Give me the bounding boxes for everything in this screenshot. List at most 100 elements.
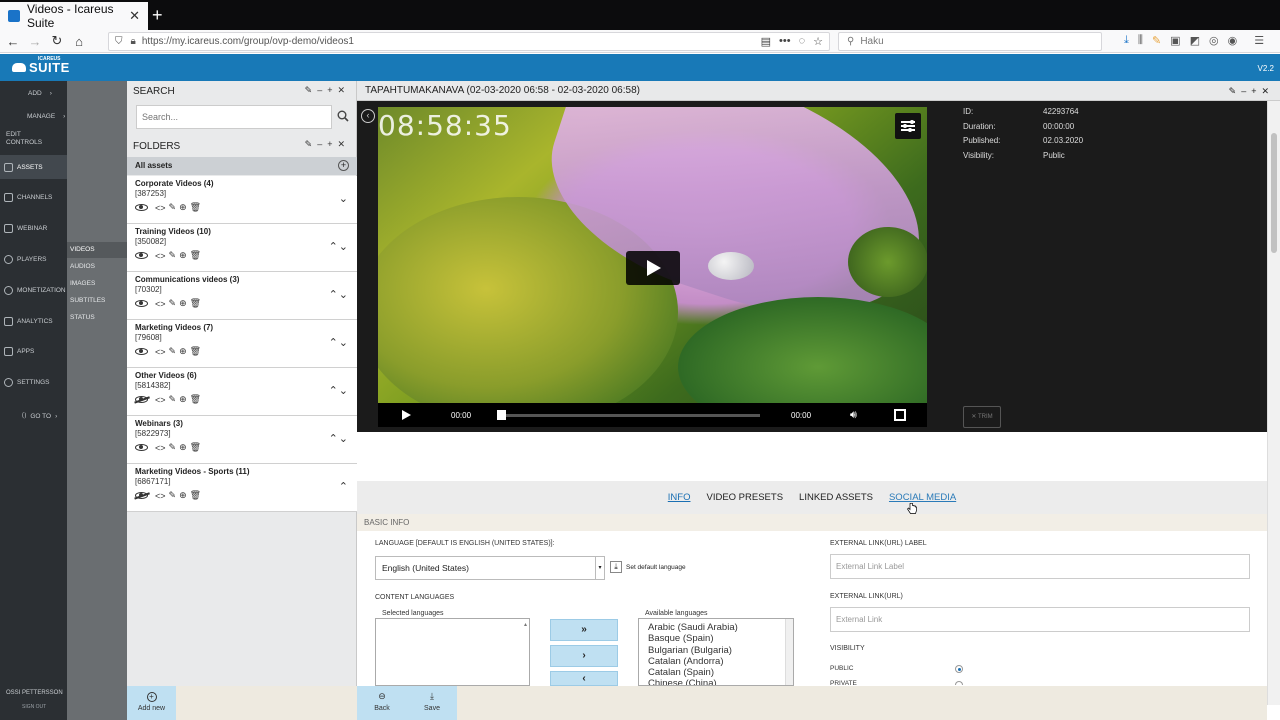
search-input[interactable]	[136, 105, 332, 129]
subnav-subtitles[interactable]: SUBTITLES	[67, 293, 127, 309]
add-new-button[interactable]: + Add new	[127, 686, 176, 720]
trash-icon[interactable]: 🗑︎	[190, 298, 201, 309]
edit-icon[interactable]: ✎	[169, 442, 177, 453]
back-button[interactable]: ⊖ Back	[357, 686, 407, 720]
folder-item[interactable]: Communications videos (3) [70302] <> ✎ ⊕ 🗑︎ ⌃⌄	[127, 272, 357, 320]
embed-code-icon[interactable]: <>	[155, 251, 166, 261]
download-icon[interactable]: ⤓	[1124, 34, 1129, 47]
search-icon[interactable]	[337, 110, 349, 122]
bookmark-star-icon[interactable]: ☆	[813, 35, 823, 48]
embed-code-icon[interactable]: <>	[155, 443, 166, 453]
language-option[interactable]: Catalan (Spain)	[648, 667, 793, 678]
folder-item[interactable]: Marketing Videos (7) [79608] <> ✎ ⊕ 🗑︎ ⌃⌄	[127, 320, 357, 368]
edit-icon[interactable]: ✎	[169, 490, 177, 501]
embed-code-icon[interactable]: <>	[155, 395, 166, 405]
menu-icon[interactable]: ☰	[1254, 34, 1264, 47]
search-panel-controls[interactable]: ✎–+✕	[305, 85, 350, 96]
sidebar-icon[interactable]: ▣	[1170, 34, 1180, 47]
folder-item[interactable]: Corporate Videos (4) [387253] <> ✎ ⊕ 🗑︎ ⌄	[127, 176, 357, 224]
subnav-images[interactable]: IMAGES	[67, 276, 127, 292]
nav-goto[interactable]: ⟮⟯ GO TO ›	[0, 410, 67, 422]
language-option[interactable]: Arabic (Saudi Arabia)	[648, 622, 793, 633]
add-circle-icon[interactable]: ⊕	[179, 202, 187, 213]
reorder-arrows-icon[interactable]: ⌃⌄	[329, 384, 349, 397]
tab-info[interactable]: INFO	[668, 492, 691, 503]
back-circle-icon[interactable]: ‹	[361, 109, 375, 123]
player-settings-icon[interactable]	[895, 113, 921, 139]
pocket-icon[interactable]: ◌	[799, 35, 806, 48]
folders-panel-controls[interactable]: ✎–+✕	[305, 139, 350, 150]
add-circle-icon[interactable]: ⊕	[179, 442, 187, 453]
available-languages-list[interactable]: Arabic (Saudi Arabia) Basque (Spain) Bulga…	[638, 618, 794, 686]
selected-languages-list[interactable]: ▴	[375, 618, 530, 686]
nav-edit-controls[interactable]: EDIT CONTROLS	[0, 130, 44, 148]
library-icon[interactable]: ⫼	[1138, 34, 1143, 47]
add-all-languages-button[interactable]: »	[550, 619, 618, 641]
signout-link[interactable]: SIGN OUT	[22, 704, 46, 710]
reorder-arrows-icon[interactable]: ⌃⌄	[329, 336, 349, 349]
trash-icon[interactable]: 🗑︎	[190, 250, 201, 261]
extension-icon[interactable]: ✎	[1152, 34, 1161, 47]
remove-language-button[interactable]: ‹	[550, 671, 618, 686]
nav-add[interactable]: ADD ›	[0, 88, 67, 98]
reload-icon[interactable]: ↻	[46, 30, 68, 52]
container-icon[interactable]: ◩	[1190, 34, 1200, 47]
subnav-status[interactable]: STATUS	[67, 310, 127, 326]
account-icon[interactable]: ◉	[1228, 34, 1238, 47]
more-icon[interactable]: •••	[779, 35, 791, 48]
visibility-eye-icon[interactable]	[135, 348, 148, 355]
reorder-arrows-icon[interactable]: ⌃⌄	[329, 240, 349, 253]
visibility-eye-icon[interactable]	[135, 492, 148, 499]
add-language-button[interactable]: ›	[550, 645, 618, 667]
fullscreen-icon[interactable]	[894, 409, 906, 421]
asset-panel-controls[interactable]: ✎–+✕	[1229, 81, 1274, 101]
embed-code-icon[interactable]: <>	[155, 347, 166, 357]
embed-code-icon[interactable]: <>	[155, 491, 166, 501]
reorder-arrows-icon[interactable]: ⌃⌄	[329, 288, 349, 301]
visibility-eye-icon[interactable]	[135, 444, 148, 451]
nav-webinar[interactable]: WEBINAR	[0, 222, 67, 234]
add-folder-icon[interactable]: +	[338, 160, 349, 171]
trash-icon[interactable]: 🗑︎	[190, 394, 201, 405]
edit-icon[interactable]: ✎	[169, 394, 177, 405]
visibility-eye-icon[interactable]	[135, 300, 148, 307]
seek-handle[interactable]	[497, 410, 506, 420]
tab-linked-assets[interactable]: LINKED ASSETS	[799, 492, 873, 503]
close-tab-icon[interactable]: ✕	[129, 8, 140, 24]
add-circle-icon[interactable]: ⊕	[179, 394, 187, 405]
reorder-arrows-icon[interactable]: ⌃	[339, 480, 349, 493]
folder-item[interactable]: Other Videos (6) [5814382] <> ✎ ⊕ 🗑︎ ⌃⌄	[127, 368, 357, 416]
reader-view-icon[interactable]: ▤	[761, 35, 771, 48]
url-bar[interactable]: ⛉ 🔒︎ https://my.icareus.com/group/ovp-de…	[108, 32, 830, 51]
scroll-up-icon[interactable]: ▴	[524, 621, 527, 628]
nav-players[interactable]: PLAYERS	[0, 253, 67, 265]
folder-item[interactable]: Marketing Videos - Sports (11) [6867171] <…	[127, 464, 357, 512]
language-select[interactable]: English (United States) ▾	[375, 556, 605, 580]
dropdown-arrow-icon[interactable]: ▾	[595, 557, 604, 579]
sync-icon[interactable]: ◎	[1209, 34, 1219, 47]
listbox-scrollbar[interactable]	[785, 619, 793, 685]
ext-link-label-input[interactable]: External Link Label	[830, 554, 1250, 579]
volume-icon[interactable]: 🔊︎	[850, 409, 857, 422]
add-circle-icon[interactable]: ⊕	[179, 250, 187, 261]
trim-button[interactable]: ✕ TRIM	[963, 406, 1001, 428]
add-circle-icon[interactable]: ⊕	[179, 346, 187, 357]
nav-settings[interactable]: SETTINGS	[0, 376, 67, 388]
video-player[interactable]: 08:58:35 00:00 00:00 🔊︎	[378, 107, 927, 427]
edit-icon[interactable]: ✎	[169, 346, 177, 357]
tab-video-presets[interactable]: VIDEO PRESETS	[706, 492, 783, 503]
home-icon[interactable]: ⌂	[68, 30, 90, 52]
public-radio[interactable]	[955, 665, 963, 673]
reorder-arrows-icon[interactable]: ⌄	[339, 192, 349, 205]
visibility-eye-icon[interactable]	[135, 396, 148, 403]
add-circle-icon[interactable]: ⊕	[179, 298, 187, 309]
embed-code-icon[interactable]: <>	[155, 299, 166, 309]
folder-item[interactable]: Training Videos (10) [350082] <> ✎ ⊕ 🗑︎ ⌃⌄	[127, 224, 357, 272]
visibility-eye-icon[interactable]	[135, 204, 148, 211]
scrollbar-thumb[interactable]	[1271, 133, 1277, 253]
nav-monetization[interactable]: MONETIZATION	[0, 284, 67, 296]
subnav-videos[interactable]: VIDEOS	[67, 242, 127, 258]
trash-icon[interactable]: 🗑︎	[190, 202, 201, 213]
language-option[interactable]: Bulgarian (Bulgaria)	[648, 645, 793, 656]
ext-link-url-input[interactable]: External Link	[830, 607, 1250, 632]
